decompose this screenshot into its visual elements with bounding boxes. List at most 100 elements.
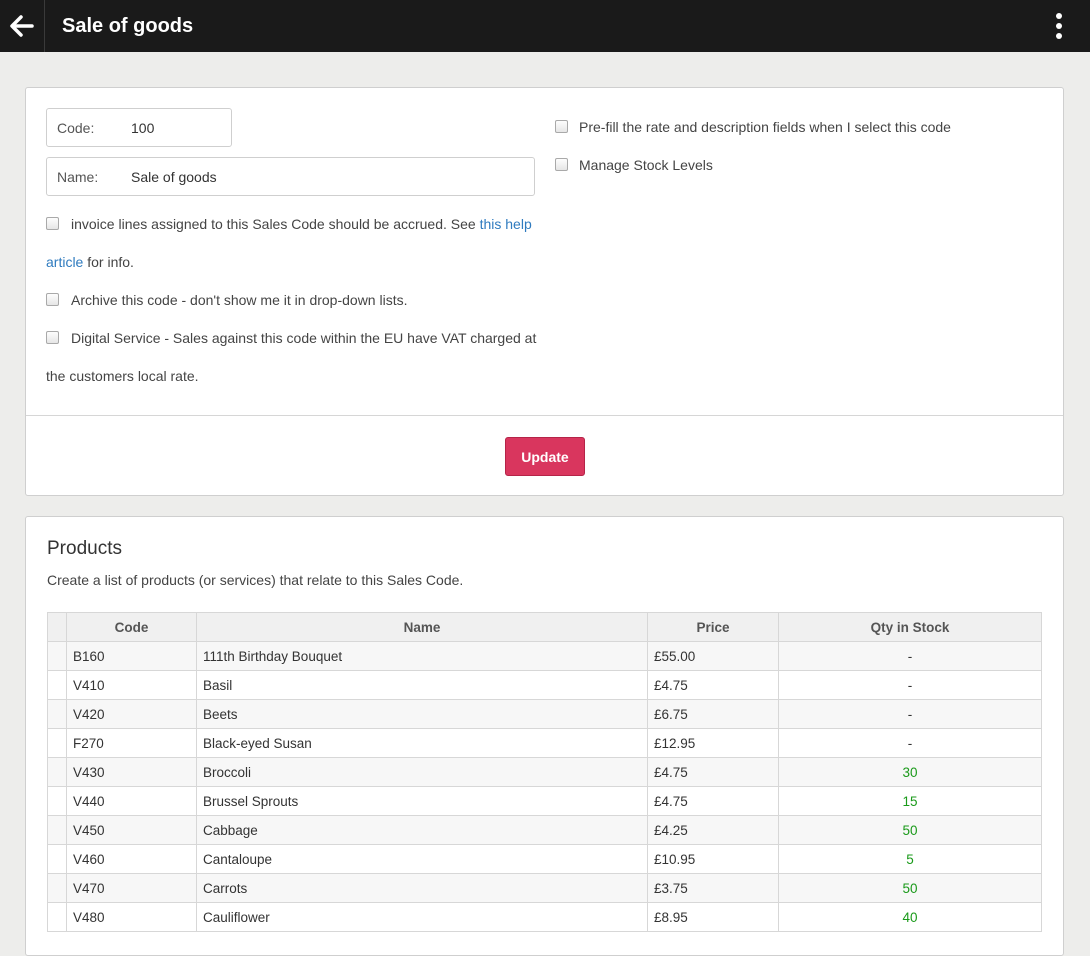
cell-code: V470 — [66, 873, 197, 903]
cell-qty: 50 — [778, 815, 1042, 845]
table-header-row: Code Name Price Qty in Stock — [47, 612, 1042, 642]
cell-price: £10.95 — [647, 844, 779, 874]
form-divider — [26, 415, 1063, 416]
cell-name: Black-eyed Susan — [196, 728, 648, 758]
table-row[interactable]: V470 Carrots £3.75 50 — [47, 873, 1042, 903]
cell-qty: - — [778, 699, 1042, 729]
products-table: Code Name Price Qty in Stock B160 111th B… — [47, 612, 1042, 932]
cell-price: £4.75 — [647, 670, 779, 700]
cell-code: V430 — [66, 757, 197, 787]
cell-name: Basil — [196, 670, 648, 700]
cell-qty: 30 — [778, 757, 1042, 787]
products-description: Create a list of products (or services) … — [47, 572, 464, 588]
table-row[interactable]: F270 Black-eyed Susan £12.95- — [47, 728, 1042, 758]
row-handle — [47, 757, 67, 787]
digital-service-label: Digital Service - Sales against this cod… — [71, 330, 537, 346]
name-input[interactable] — [131, 158, 524, 195]
cell-name: Cabbage — [196, 815, 648, 845]
cell-qty: 40 — [778, 902, 1042, 932]
cell-price: £4.75 — [647, 786, 779, 816]
table-row[interactable]: V460 Cantaloupe £10.95 5 — [47, 844, 1042, 874]
accrued-label: invoice lines assigned to this Sales Cod… — [71, 216, 532, 232]
cell-qty: 15 — [778, 786, 1042, 816]
more-menu-button[interactable] — [1048, 0, 1070, 52]
manage-stock-checkbox[interactable] — [555, 158, 568, 171]
table-row[interactable]: V410 Basil £4.75- — [47, 670, 1042, 700]
arrow-left-icon — [10, 15, 34, 37]
row-handle — [47, 670, 67, 700]
cell-code: V410 — [66, 670, 197, 700]
archive-checkbox[interactable] — [46, 293, 59, 306]
cell-code: V440 — [66, 786, 197, 816]
cell-name: 111th Birthday Bouquet — [196, 641, 648, 671]
cell-qty: 50 — [778, 873, 1042, 903]
accrued-checkbox[interactable] — [46, 217, 59, 230]
cell-price: £12.95 — [647, 728, 779, 758]
code-field[interactable]: Code: — [46, 108, 232, 147]
cell-qty: - — [778, 641, 1042, 671]
name-field[interactable]: Name: — [46, 157, 535, 196]
cell-code: F270 — [66, 728, 197, 758]
archive-label: Archive this code - don't show me it in … — [71, 292, 408, 308]
row-handle — [47, 641, 67, 671]
cell-qty: - — [778, 728, 1042, 758]
cell-price: £55.00 — [647, 641, 779, 671]
cell-code: V450 — [66, 815, 197, 845]
column-header-name[interactable]: Name — [196, 612, 648, 642]
digital-service-checkbox[interactable] — [46, 331, 59, 344]
cell-price: £6.75 — [647, 699, 779, 729]
row-handle — [47, 699, 67, 729]
column-header-price[interactable]: Price — [647, 612, 779, 642]
table-row[interactable]: V450 Cabbage £4.25 50 — [47, 815, 1042, 845]
products-heading: Products — [47, 538, 122, 559]
table-row[interactable]: V480 Cauliflower £8.95 40 — [47, 902, 1042, 932]
back-button[interactable] — [0, 0, 44, 52]
prefill-label: Pre-fill the rate and description fields… — [579, 119, 951, 135]
row-handle — [47, 728, 67, 758]
cell-code: V460 — [66, 844, 197, 874]
column-header-qty[interactable]: Qty in Stock — [778, 612, 1042, 642]
table-row[interactable]: V420 Beets £6.75- — [47, 699, 1042, 729]
manage-stock-label: Manage Stock Levels — [579, 157, 713, 173]
cell-price: £8.95 — [647, 902, 779, 932]
cell-name: Beets — [196, 699, 648, 729]
cell-qty: 5 — [778, 844, 1042, 874]
update-button[interactable]: Update — [505, 437, 585, 476]
row-handle — [47, 873, 67, 903]
page-title: Sale of goods — [62, 15, 194, 37]
row-handle — [47, 815, 67, 845]
cell-name: Carrots — [196, 873, 648, 903]
top-bar: Sale of goods — [0, 0, 1090, 52]
digital-service-label-cont: the customers local rate. — [46, 368, 199, 384]
help-link-article[interactable]: article — [46, 254, 83, 270]
accrued-label-cont: article for info. — [46, 254, 134, 270]
cell-name: Brussel Sprouts — [196, 786, 648, 816]
table-row[interactable]: V430 Broccoli £4.75 30 — [47, 757, 1042, 787]
prefill-checkbox[interactable] — [555, 120, 568, 133]
cell-price: £4.75 — [647, 757, 779, 787]
table-row[interactable]: B160 111th Birthday Bouquet £55.00- — [47, 641, 1042, 671]
cell-code: V420 — [66, 699, 197, 729]
cell-price: £3.75 — [647, 873, 779, 903]
row-handle — [47, 786, 67, 816]
products-panel: Products Create a list of products (or s… — [25, 516, 1064, 956]
help-link[interactable]: this help — [480, 216, 532, 232]
row-handle — [47, 902, 67, 932]
top-bar-divider — [44, 0, 45, 52]
cell-code: B160 — [66, 641, 197, 671]
code-input[interactable] — [131, 109, 221, 146]
row-handle — [47, 844, 67, 874]
name-label: Name: — [57, 169, 99, 185]
column-header-code[interactable]: Code — [66, 612, 197, 642]
handle-header — [47, 612, 67, 642]
cell-name: Cantaloupe — [196, 844, 648, 874]
sales-code-form-panel: Code: Name: invoice lines assigned to th… — [25, 87, 1064, 496]
cell-name: Cauliflower — [196, 902, 648, 932]
more-vertical-icon — [1056, 13, 1062, 19]
cell-price: £4.25 — [647, 815, 779, 845]
code-label: Code: — [57, 120, 95, 136]
cell-qty: - — [778, 670, 1042, 700]
cell-name: Broccoli — [196, 757, 648, 787]
cell-code: V480 — [66, 902, 197, 932]
table-row[interactable]: V440 Brussel Sprouts £4.75 15 — [47, 786, 1042, 816]
